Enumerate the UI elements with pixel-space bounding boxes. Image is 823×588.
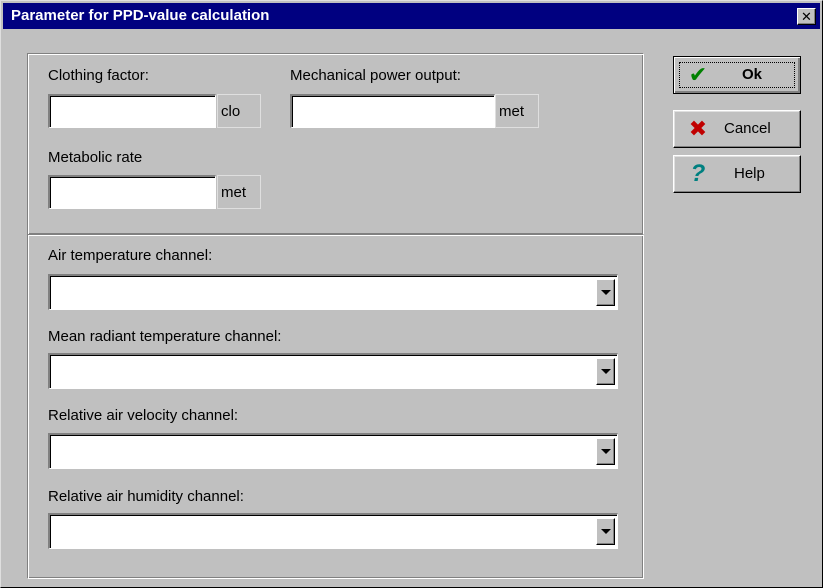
- mechanical-power-input[interactable]: [290, 94, 495, 128]
- ok-label: Ok: [742, 66, 763, 83]
- help-button[interactable]: ? Help: [673, 155, 801, 193]
- metabolic-rate-unit: met: [217, 175, 261, 209]
- metabolic-rate-input[interactable]: [48, 175, 216, 209]
- air-temperature-label: Air temperature channel:: [48, 247, 213, 264]
- title-bar[interactable]: Parameter for PPD-value calculation ✕: [3, 3, 820, 29]
- relative-air-humidity-dropdown-button[interactable]: [596, 518, 615, 545]
- relative-air-velocity-select[interactable]: [48, 433, 618, 469]
- mechanical-power-unit: met: [495, 94, 539, 128]
- close-icon: ✕: [801, 9, 812, 24]
- mean-radiant-temperature-label: Mean radiant temperature channel:: [48, 328, 282, 345]
- ok-button[interactable]: ✔ Ok: [673, 56, 801, 94]
- chevron-down-icon: [601, 290, 611, 295]
- clothing-factor-input[interactable]: [48, 94, 216, 128]
- clothing-factor-unit: clo: [217, 94, 261, 128]
- relative-air-velocity-dropdown-button[interactable]: [596, 438, 615, 465]
- clothing-factor-label: Clothing factor:: [48, 67, 149, 84]
- dialog-window: Parameter for PPD-value calculation ✕ Cl…: [0, 0, 823, 588]
- close-button[interactable]: ✕: [797, 8, 816, 25]
- window-title: Parameter for PPD-value calculation: [11, 7, 270, 24]
- chevron-down-icon: [601, 369, 611, 374]
- chevron-down-icon: [601, 449, 611, 454]
- chevron-down-icon: [601, 529, 611, 534]
- relative-air-velocity-label: Relative air velocity channel:: [48, 407, 239, 424]
- mean-radiant-temperature-dropdown-button[interactable]: [596, 358, 615, 385]
- air-temperature-dropdown-button[interactable]: [596, 279, 615, 306]
- metabolic-rate-label: Metabolic rate: [48, 149, 143, 166]
- x-icon: ✖: [688, 116, 708, 141]
- relative-air-humidity-label: Relative air humidity channel:: [48, 488, 244, 505]
- mechanical-power-label: Mechanical power output:: [290, 67, 461, 84]
- air-temperature-select[interactable]: [48, 274, 618, 310]
- check-icon: ✔: [688, 62, 708, 87]
- relative-air-humidity-select[interactable]: [48, 513, 618, 549]
- help-label: Help: [734, 165, 765, 182]
- cancel-button[interactable]: ✖ Cancel: [673, 110, 801, 148]
- mean-radiant-temperature-select[interactable]: [48, 353, 618, 389]
- question-icon: ?: [690, 160, 706, 187]
- cancel-label: Cancel: [724, 120, 771, 137]
